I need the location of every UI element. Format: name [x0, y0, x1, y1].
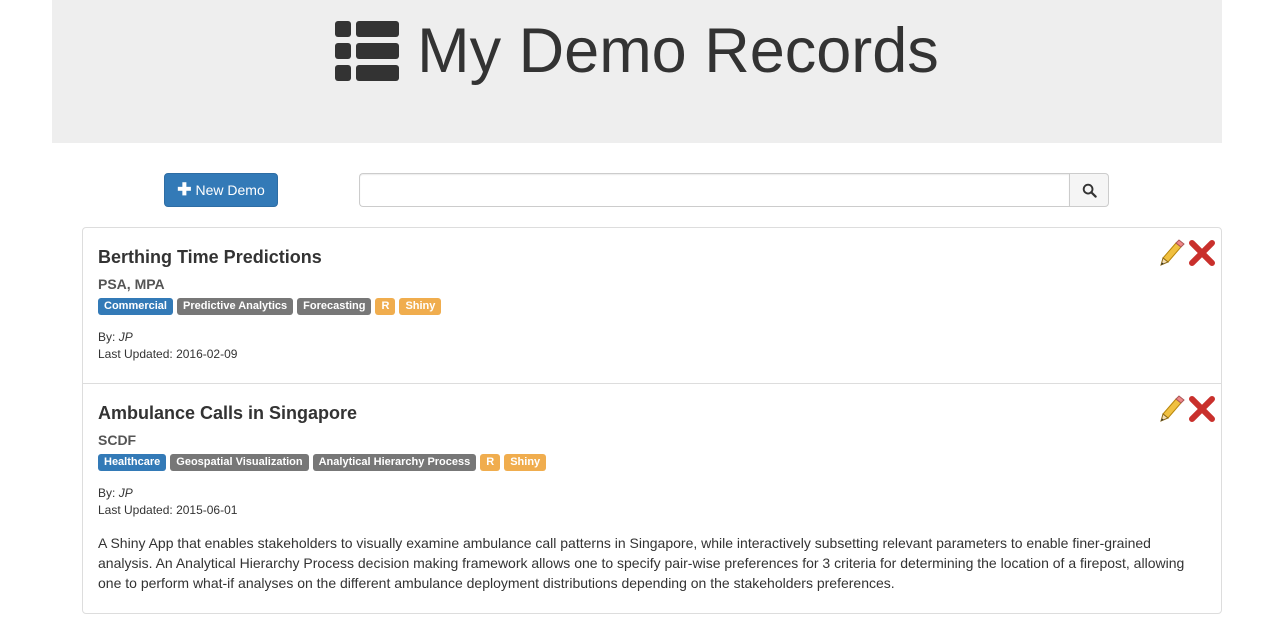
author-label: By:	[98, 486, 116, 500]
record-item: Ambulance Calls in Singapore SCDF Health…	[83, 383, 1221, 613]
tag-badge: Commercial	[98, 298, 173, 315]
page-title: My Demo Records	[417, 16, 939, 86]
edit-pencil-icon[interactable]	[1155, 394, 1185, 424]
updated-line: Last Updated: 2016-02-09	[98, 346, 1206, 363]
record-title[interactable]: Berthing Time Predictions	[98, 244, 1206, 270]
updated-date: 2015-06-01	[176, 503, 238, 517]
tag-badge: Forecasting	[297, 298, 372, 315]
record-meta: By: JP Last Updated: 2015-06-01	[98, 485, 1206, 519]
updated-date: 2016-02-09	[176, 347, 238, 361]
plus-icon: ✚	[177, 180, 192, 199]
tag-badge: Healthcare	[98, 454, 167, 471]
tag-badge: R	[375, 298, 396, 315]
delete-x-icon[interactable]	[1187, 394, 1217, 424]
updated-label: Last Updated:	[98, 503, 173, 517]
author-label: By:	[98, 330, 116, 344]
tag-badge: R	[480, 454, 501, 471]
record-actions	[1155, 394, 1217, 424]
updated-label: Last Updated:	[98, 347, 173, 361]
record-list: Berthing Time Predictions PSA, MPA Comme…	[82, 227, 1222, 614]
record-organization: PSA, MPA	[98, 276, 165, 292]
search-button[interactable]	[1069, 173, 1109, 207]
list-icon	[335, 21, 400, 81]
new-demo-button[interactable]: ✚ New Demo	[164, 173, 278, 207]
tag-badge: Geospatial Visualization	[170, 454, 309, 471]
header-banner: My Demo Records	[52, 0, 1222, 143]
search-icon	[1082, 183, 1097, 198]
author-line: By: JP	[98, 485, 1206, 502]
record-organization: SCDF	[98, 432, 137, 448]
search-group	[359, 173, 1109, 207]
edit-pencil-icon[interactable]	[1155, 238, 1185, 268]
record-actions	[1155, 238, 1217, 268]
record-meta: By: JP Last Updated: 2016-02-09	[98, 329, 1206, 363]
author-line: By: JP	[98, 329, 1206, 346]
tag-badge: Analytical Hierarchy Process	[312, 454, 477, 471]
tag-list: Healthcare Geospatial Visualization Analyt…	[98, 454, 1206, 471]
tag-badge: Shiny	[504, 454, 547, 471]
tag-badge: Predictive Analytics	[176, 298, 294, 315]
record-description: A Shiny App that enables stakeholders to…	[98, 535, 1185, 591]
updated-line: Last Updated: 2015-06-01	[98, 502, 1206, 519]
tag-badge: Shiny	[399, 298, 442, 315]
author-name: JP	[118, 330, 133, 344]
title-wrap: My Demo Records	[52, 12, 1222, 90]
tag-list: Commercial Predictive Analytics Forecastin…	[98, 298, 1206, 315]
new-demo-label: New Demo	[195, 182, 265, 198]
record-title[interactable]: Ambulance Calls in Singapore	[98, 400, 1206, 426]
delete-x-icon[interactable]	[1187, 238, 1217, 268]
record-item: Berthing Time Predictions PSA, MPA Comme…	[83, 228, 1221, 383]
author-name: JP	[118, 486, 133, 500]
search-input[interactable]	[359, 173, 1069, 207]
